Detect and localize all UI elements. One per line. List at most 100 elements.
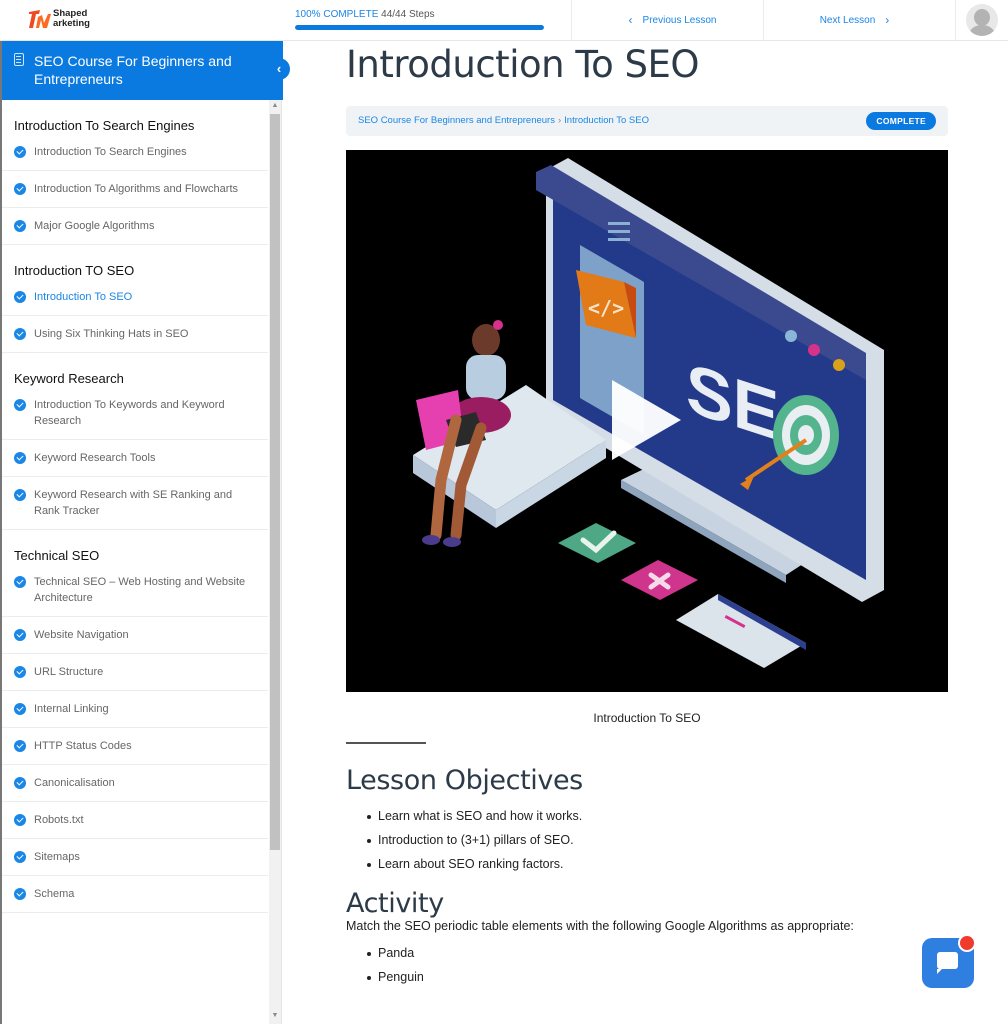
breadcrumb-bar: SEO Course For Beginners and Entrepreneu…	[346, 106, 948, 136]
chevron-left-icon: ‹	[276, 61, 282, 76]
sidebar-lesson-label: Schema	[34, 888, 75, 900]
sidebar-lesson-item[interactable]: Robots.txt	[2, 802, 268, 839]
sidebar-lesson-item[interactable]: Keyword Research with SE Ranking and Ran…	[2, 477, 268, 530]
algorithm-item: Panda	[367, 941, 948, 965]
breadcrumb: SEO Course For Beginners and Entrepreneu…	[358, 115, 649, 126]
sidebar-lesson-label: Introduction To Algorithms and Flowchart…	[34, 183, 239, 195]
video-caption: Introduction To SEO	[593, 711, 701, 725]
top-bar: Shaped arketing 100% COMPLETE 44/44 Step…	[0, 0, 1008, 41]
browser-dot-pink	[808, 344, 820, 356]
section-divider	[346, 742, 426, 744]
chevron-left-icon: ‹	[628, 13, 633, 27]
next-lesson-label: Next Lesson	[819, 14, 876, 26]
page-title: Introduction To SEO	[346, 43, 700, 86]
sidebar-lesson-item[interactable]: Sitemaps	[2, 839, 268, 876]
sidebar-lesson-item[interactable]: Keyword Research Tools	[2, 440, 268, 477]
objective-item: Introduction to (3+1) pillars of SEO.	[367, 828, 948, 852]
completed-check-icon	[14, 328, 26, 340]
sidebar-lesson-label: Keyword Research Tools	[34, 452, 156, 464]
previous-lesson-button[interactable]: ‹ Previous Lesson	[571, 0, 763, 40]
sidebar-lesson-item[interactable]: Website Navigation	[2, 617, 268, 654]
progress-bar	[295, 25, 544, 30]
sidebar-lesson-label: Sitemaps	[34, 851, 80, 863]
sidebar-lesson-item[interactable]: Introduction To Algorithms and Flowchart…	[2, 171, 268, 208]
sidebar-lesson-item[interactable]: URL Structure	[2, 654, 268, 691]
scrollbar-thumb[interactable]	[270, 114, 280, 850]
course-sidebar: SEO Course For Beginners and Entrepreneu…	[0, 41, 290, 1024]
next-lesson-button[interactable]: Next Lesson ›	[763, 0, 955, 40]
completed-check-icon	[14, 888, 26, 900]
progress-bar-fill	[295, 25, 544, 30]
completed-check-icon	[14, 399, 26, 411]
sidebar-lesson-item[interactable]: Internal Linking	[2, 691, 268, 728]
user-menu[interactable]	[955, 0, 1008, 40]
sidebar-lesson-item[interactable]: Introduction To Keywords and Keyword Res…	[2, 393, 268, 440]
sidebar-section-heading[interactable]: Keyword Research	[2, 353, 268, 393]
sidebar-section-heading[interactable]: Introduction To Search Engines	[2, 100, 268, 140]
course-title-header[interactable]: SEO Course For Beginners and Entrepreneu…	[2, 41, 283, 100]
objective-item: Learn what is SEO and how it works.	[367, 804, 948, 828]
objectives-list: Learn what is SEO and how it works. Intr…	[346, 804, 948, 876]
brand-logo[interactable]: Shaped arketing	[28, 8, 108, 32]
course-title: SEO Course For Beginners and Entrepreneu…	[34, 53, 232, 87]
algorithm-list: Panda Penguin	[346, 941, 948, 989]
sidebar-lesson-label: Technical SEO – Web Hosting and Website …	[34, 576, 246, 604]
lesson-content: Introduction To SEO SEO Course For Begin…	[346, 41, 948, 989]
sidebar-lesson-label: Keyword Research with SE Ranking and Ran…	[34, 489, 233, 517]
scroll-down-arrow-icon[interactable]: ▼	[271, 1010, 279, 1022]
completed-check-icon	[14, 740, 26, 752]
brand-name-line2: arketing	[53, 18, 90, 29]
completed-check-icon	[14, 777, 26, 789]
chat-widget-button[interactable]	[922, 934, 976, 988]
sidebar-lesson-item[interactable]: Schema	[2, 876, 268, 913]
sidebar-lesson-label: Introduction To SEO	[34, 291, 133, 303]
activity-instructions: Match the SEO periodic table elements wi…	[346, 919, 854, 933]
completed-check-icon	[14, 814, 26, 826]
sidebar-lesson-item[interactable]: HTTP Status Codes	[2, 728, 268, 765]
completed-check-icon	[14, 629, 26, 641]
progress-percent: 100% COMPLETE	[295, 9, 379, 20]
scroll-up-arrow-icon[interactable]: ▲	[271, 100, 279, 112]
sidebar-lesson-label: Using Six Thinking Hats in SEO	[34, 328, 189, 340]
objective-item: Learn about SEO ranking factors.	[367, 852, 948, 876]
completed-check-icon	[14, 146, 26, 158]
completed-check-icon	[14, 666, 26, 678]
sidebar-lesson-label: Canonicalisation	[34, 777, 115, 789]
browser-dot-yellow	[833, 359, 845, 371]
completed-check-icon	[14, 851, 26, 863]
activity-heading: Activity	[346, 888, 444, 919]
breadcrumb-lesson-link[interactable]: Introduction To SEO	[564, 115, 649, 126]
user-avatar-icon[interactable]	[966, 4, 998, 36]
lesson-list: Introduction To Search Engines Introducti…	[2, 100, 268, 1024]
video-player[interactable]: </> SEO	[346, 150, 948, 692]
code-glyph: </>	[588, 296, 624, 320]
logo-mark-icon	[29, 10, 51, 28]
breadcrumb-course-link[interactable]: SEO Course For Beginners and Entrepreneu…	[358, 115, 555, 126]
collapse-sidebar-button[interactable]: ‹	[268, 58, 290, 80]
sidebar-lesson-item[interactable]: Canonicalisation	[2, 765, 268, 802]
sidebar-lesson-label: Introduction To Keywords and Keyword Res…	[34, 399, 225, 427]
chat-bubble-icon	[937, 952, 958, 974]
completed-check-icon	[14, 452, 26, 464]
sidebar-section-heading[interactable]: Introduction TO SEO	[2, 245, 268, 285]
sidebar-lesson-label: HTTP Status Codes	[34, 740, 132, 752]
completed-check-icon	[14, 703, 26, 715]
sidebar-scrollbar[interactable]: ▲ ▼	[269, 100, 281, 1024]
sidebar-lesson-item[interactable]: Technical SEO – Web Hosting and Website …	[2, 570, 268, 617]
sidebar-lesson-label: URL Structure	[34, 666, 104, 678]
info-card	[676, 594, 806, 668]
sidebar-lesson-item[interactable]: Introduction To SEO	[2, 285, 268, 316]
status-badge: COMPLETE	[866, 112, 936, 130]
completed-check-icon	[14, 291, 26, 303]
sidebar-section-heading[interactable]: Technical SEO	[2, 530, 268, 570]
sidebar-lesson-item[interactable]: Introduction To Search Engines	[2, 140, 268, 171]
previous-lesson-label: Previous Lesson	[642, 14, 717, 26]
sidebar-lesson-item[interactable]: Major Google Algorithms	[2, 208, 268, 245]
chevron-right-icon: ›	[885, 13, 890, 27]
completed-check-icon	[14, 489, 26, 501]
sidebar-lesson-item[interactable]: Using Six Thinking Hats in SEO	[2, 316, 268, 353]
panel-lines	[608, 222, 630, 225]
objectives-heading: Lesson Objectives	[346, 765, 583, 796]
sidebar-lesson-label: Major Google Algorithms	[34, 220, 155, 232]
completed-check-icon	[14, 576, 26, 588]
